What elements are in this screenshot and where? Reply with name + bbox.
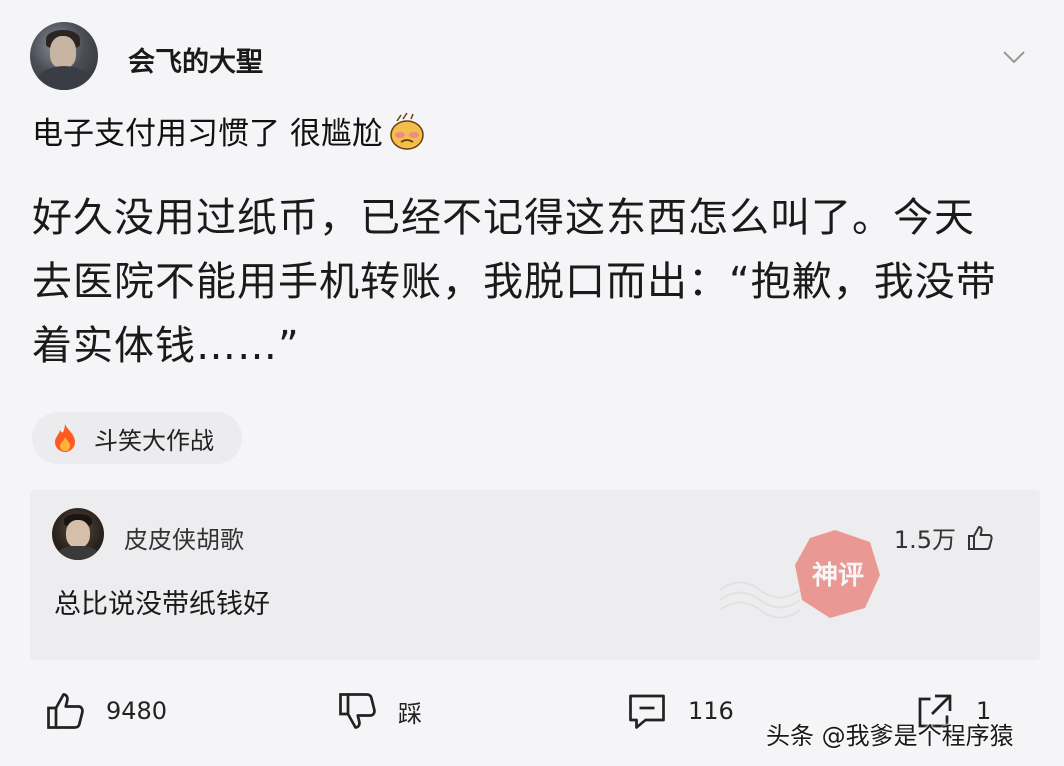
- author-name[interactable]: 会飞的大聖: [128, 40, 263, 79]
- comment-count: 116: [688, 697, 734, 725]
- comment-like-count: 1.5万: [893, 526, 956, 554]
- thumbs-up-icon: [968, 525, 993, 550]
- flame-icon: [55, 424, 75, 452]
- top-comment-stamp: 神评: [720, 530, 880, 619]
- author-avatar[interactable]: [30, 22, 98, 90]
- embarrassed-emoji-icon: [390, 112, 424, 150]
- top-comment[interactable]: 皮皮侠胡歌 1.5万 总比说没带纸钱好 神评: [30, 490, 1040, 660]
- post-subtitle: 电子支付用习惯了 很尴尬: [32, 108, 427, 153]
- comment-author[interactable]: 皮皮侠胡歌: [124, 520, 244, 555]
- topic-tag[interactable]: 斗笑大作战: [32, 412, 242, 464]
- comment-like-button[interactable]: 1.5万: [894, 520, 994, 555]
- post-body: 好久没用过纸币，已经不记得这东西怎么叫了。今天去医院不能用手机转账，我脱口而出：…: [32, 195, 997, 369]
- stamp-text: 神评: [812, 561, 864, 591]
- comment-avatar[interactable]: [52, 508, 104, 560]
- post-header: 会飞的大聖: [30, 22, 1040, 92]
- thumbs-up-icon: [47, 693, 84, 729]
- post-subtitle-text: 电子支付用习惯了 很尴尬: [32, 116, 383, 152]
- comment-button[interactable]: 116: [626, 690, 734, 732]
- source-watermark: 头条 @我爹是个程序猿: [766, 722, 1014, 750]
- comment-text: 总比说没带纸钱好: [54, 589, 270, 620]
- dislike-button[interactable]: 踩: [336, 690, 422, 732]
- comment-icon: [629, 694, 665, 729]
- dislike-label: 踩: [398, 699, 422, 728]
- like-count: 9480: [106, 697, 168, 725]
- chevron-down-icon[interactable]: [1002, 50, 1026, 64]
- topic-label: 斗笑大作战: [94, 426, 214, 455]
- like-button[interactable]: 9480: [44, 690, 167, 732]
- thumbs-down-icon: [339, 693, 376, 729]
